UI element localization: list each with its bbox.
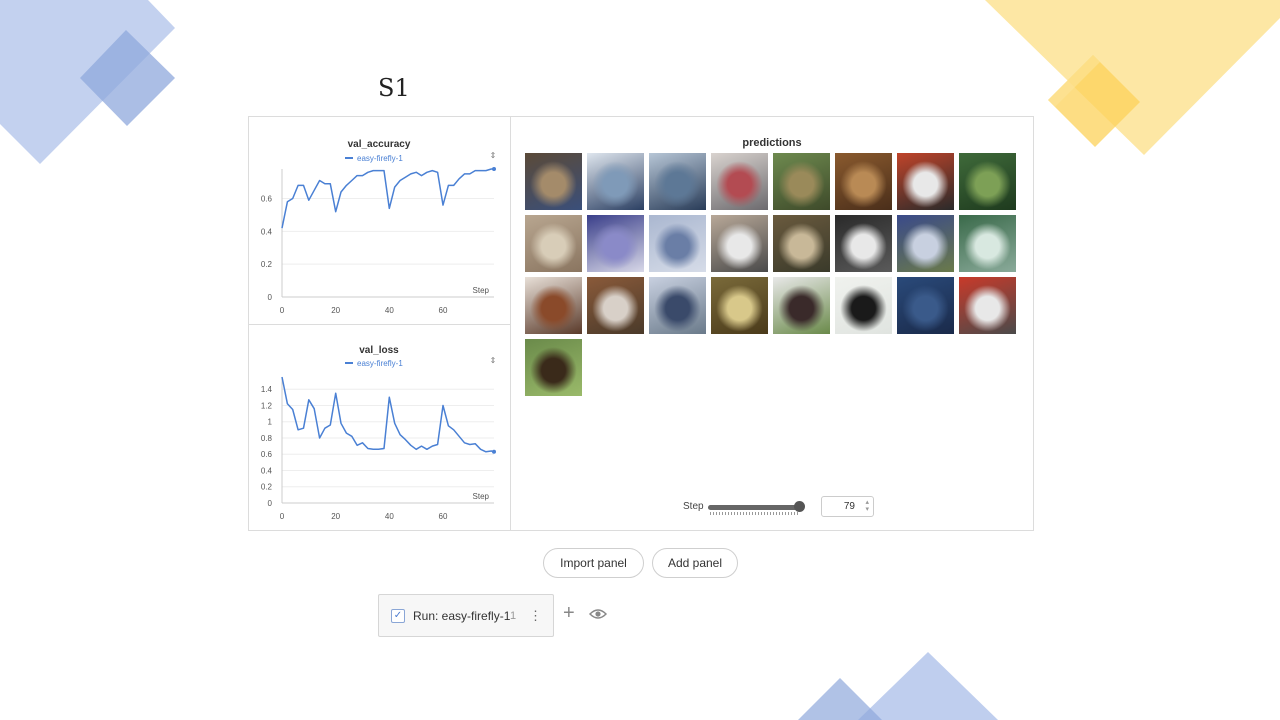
- y-tick-label: 1.2: [261, 401, 273, 410]
- x-tick-label: 60: [439, 512, 448, 521]
- visibility-eye-icon[interactable]: [589, 607, 607, 621]
- x-tick-label: 20: [331, 306, 340, 315]
- prediction-image-cat[interactable]: [525, 215, 582, 272]
- prediction-image-ship[interactable]: [587, 153, 644, 210]
- prediction-image-automobile[interactable]: [587, 215, 644, 272]
- sort-icon: ⇕: [490, 356, 497, 365]
- prediction-image-dog[interactable]: [525, 277, 582, 334]
- prediction-image-horse[interactable]: [587, 277, 644, 334]
- prediction-image-ship[interactable]: [649, 153, 706, 210]
- step-slider-handle[interactable]: [794, 501, 805, 512]
- y-tick-label: 0.4: [261, 227, 273, 236]
- y-tick-label: 1.4: [261, 385, 273, 394]
- prediction-image-frog[interactable]: [959, 153, 1016, 210]
- series-endpoint: [492, 449, 496, 454]
- y-tick-label: 1: [268, 418, 273, 427]
- prediction-image-truck[interactable]: [897, 215, 954, 272]
- run-selector: ✓ Run: easy-firefly-1 1 ⋮: [378, 594, 554, 637]
- x-tick-label: 60: [439, 306, 448, 315]
- sort-icon: ⇕: [490, 151, 497, 160]
- x-tick-label: 20: [331, 512, 340, 521]
- prediction-image-frog[interactable]: [835, 153, 892, 210]
- step-label: Step: [683, 501, 704, 512]
- y-tick-label: 0.4: [261, 466, 273, 475]
- add-run-icon[interactable]: +: [563, 603, 575, 623]
- y-tick-label: 0.2: [261, 483, 273, 492]
- y-tick-label: 0: [268, 499, 273, 508]
- prediction-image-deer[interactable]: [897, 277, 954, 334]
- val-loss-chart: val_loss easy-firefly-1 ⇕ 0 0.2 0.4 0.6 0.8 1 1.2…: [261, 345, 497, 521]
- run-label[interactable]: Run: easy-firefly-1: [413, 609, 510, 623]
- panel-grid: val_accuracy easy-firefly-1 ⇕ 0 0.2 0.4 0.6 0 20…: [248, 116, 1034, 531]
- prediction-image-truck[interactable]: [711, 215, 768, 272]
- prediction-image-airplane[interactable]: [711, 153, 768, 210]
- legend-label: easy-firefly-1: [357, 359, 403, 368]
- prediction-image-horse[interactable]: [835, 215, 892, 272]
- prediction-image-dog[interactable]: [773, 215, 830, 272]
- step-value: 79: [843, 501, 855, 512]
- y-tick-label: 0.8: [261, 434, 273, 443]
- x-axis-label: Step: [473, 492, 490, 501]
- series-line: [281, 376, 495, 453]
- prediction-image-frog[interactable]: [711, 277, 768, 334]
- prediction-image-truck[interactable]: [959, 277, 1016, 334]
- prediction-image-dog[interactable]: [525, 339, 582, 396]
- prediction-image-ship[interactable]: [649, 277, 706, 334]
- predictions-image-grid: [525, 153, 1021, 403]
- prediction-image-airplane[interactable]: [649, 215, 706, 272]
- x-tick-label: 40: [385, 512, 394, 521]
- step-input[interactable]: 79 ▴ ▾: [821, 496, 874, 517]
- x-tick-label: 0: [280, 512, 285, 521]
- prediction-image-horse[interactable]: [773, 277, 830, 334]
- add-panel-button[interactable]: Add panel: [652, 548, 738, 578]
- y-tick-label: 0.2: [261, 260, 273, 269]
- prediction-image-cat[interactable]: [525, 153, 582, 210]
- chart-title: val_accuracy: [348, 139, 411, 150]
- import-panel-button[interactable]: Import panel: [543, 548, 644, 578]
- prediction-image-airplane[interactable]: [835, 277, 892, 334]
- series-endpoint: [492, 167, 496, 171]
- legend-label: easy-firefly-1: [357, 154, 403, 163]
- y-tick-label: 0.6: [261, 450, 273, 459]
- page-title: S1: [378, 74, 410, 102]
- chart-title: val_loss: [359, 345, 399, 356]
- prediction-image-frog[interactable]: [773, 153, 830, 210]
- predictions-title: predictions: [742, 137, 802, 149]
- x-tick-label: 0: [280, 306, 285, 315]
- run-count: 1: [510, 610, 517, 622]
- predictions-panel[interactable]: predictions Step 79 ▴ ▾: [511, 117, 1033, 530]
- more-options-icon[interactable]: ⋮: [529, 608, 542, 624]
- run-checkbox[interactable]: ✓: [391, 609, 405, 623]
- prediction-image-automobile[interactable]: [897, 153, 954, 210]
- x-axis-label: Step: [473, 286, 490, 295]
- prediction-image-ship[interactable]: [959, 215, 1016, 272]
- step-spinner-icon[interactable]: ▴ ▾: [865, 499, 869, 513]
- y-tick-label: 0.6: [261, 195, 273, 204]
- y-tick-label: 0: [268, 293, 273, 302]
- step-slider-track[interactable]: [708, 505, 800, 510]
- val-loss-panel[interactable]: val_loss easy-firefly-1 ⇕ 0 0.2 0.4 0.6 0.8 1 1.2…: [249, 325, 510, 530]
- val-accuracy-chart: val_accuracy easy-firefly-1 ⇕ 0 0.2 0.4 0.6 0 20…: [261, 139, 497, 315]
- step-slider-ticks: [710, 512, 798, 515]
- val-accuracy-panel[interactable]: val_accuracy easy-firefly-1 ⇕ 0 0.2 0.4 0.6 0 20…: [249, 117, 510, 324]
- x-tick-label: 40: [385, 306, 394, 315]
